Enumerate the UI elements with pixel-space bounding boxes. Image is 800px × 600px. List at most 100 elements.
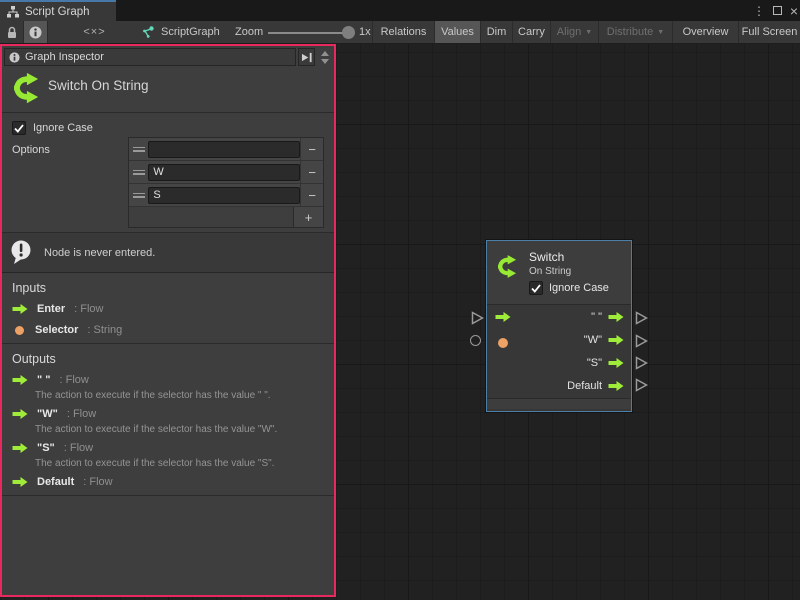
external-flow-output-stub[interactable] [635,311,648,325]
option-row: − [129,138,323,161]
port-name: " " [37,374,51,386]
external-flow-output-stub[interactable] [635,334,648,348]
dim-label: Dim [487,26,507,38]
chevron-down-icon: ▼ [657,29,664,36]
input-port-row: Selector : String [12,324,334,336]
warning-banner: Node is never entered. [2,233,334,273]
string-port-icon [15,326,24,335]
dim-button[interactable]: Dim [480,21,512,43]
tab-title: Script Graph [25,6,90,18]
values-button[interactable]: Values [434,21,480,43]
drag-handle-icon[interactable] [129,170,148,175]
fullscreen-button[interactable]: Full Screen [738,21,800,43]
drag-handle-icon[interactable] [129,147,148,152]
port-type: : Flow [83,476,112,488]
scroll-up-icon[interactable] [321,51,329,56]
port-label: "S" [587,357,602,369]
maximize-button[interactable] [768,0,786,21]
code-view-button[interactable]: <×> [47,21,141,43]
warning-bubble-icon [10,240,34,265]
remove-option-button[interactable]: − [300,138,323,160]
port-label: " " [591,311,602,323]
drag-handle-icon[interactable] [129,193,148,198]
node-header[interactable]: Switch On String Ignore Case [487,241,631,305]
remove-option-button[interactable]: − [300,184,323,206]
tab-bar: Script Graph ⋮ × [0,0,800,21]
node-ignore-case-label: Ignore Case [549,282,609,294]
align-dropdown[interactable]: Align ▼ [550,21,598,43]
output-port-row: "S" : Flow [12,442,334,454]
distribute-dropdown[interactable]: Distribute ▼ [598,21,672,43]
output-port-row: Default : Flow [12,476,334,488]
node-title: Switch [529,250,564,264]
graph-name: ScriptGraph [161,26,220,38]
switch-icon [10,70,46,106]
option-value-input[interactable] [148,164,300,181]
inspected-node-title: Switch On String [48,78,149,93]
zoom-value: 1x [359,26,371,38]
remove-option-button[interactable]: − [300,161,323,183]
output-port-row[interactable]: Default [487,374,631,397]
tab-script-graph[interactable]: Script Graph [0,0,116,21]
port-label: Default [567,380,602,392]
ignore-case-checkbox[interactable] [12,121,26,135]
panel-scroll-arrows[interactable] [317,48,332,66]
external-flow-input-stub[interactable] [471,311,484,325]
input-port-row: Enter : Flow [12,303,334,315]
overview-button[interactable]: Overview [672,21,738,43]
option-value-input[interactable] [148,187,300,204]
option-value-input[interactable] [148,141,300,158]
port-description: The action to execute if the selector ha… [35,390,334,401]
port-description: The action to execute if the selector ha… [35,424,334,435]
external-flow-output-stub[interactable] [635,378,648,392]
port-type: : Flow [64,442,93,454]
zoom-slider-track[interactable] [268,32,348,34]
outputs-section: Outputs " " : Flow The action to execute… [2,344,334,496]
port-name: Default [37,476,74,488]
values-label: Values [441,26,474,38]
options-list: − − − + [128,137,324,228]
window-menu-button[interactable]: ⋮ [750,0,768,21]
carry-button[interactable]: Carry [512,21,550,43]
dock-panel-button[interactable] [298,48,315,66]
script-graph-icon [142,26,155,39]
inspected-node-section: Switch On String [2,66,334,113]
external-flow-output-stub[interactable] [635,356,648,370]
distribute-label: Distribute [607,26,653,38]
relations-button[interactable]: Relations [372,21,434,43]
graph-breadcrumb[interactable]: ScriptGraph [142,21,220,43]
flow-arrow-icon [12,408,29,420]
inputs-heading: Inputs [12,281,334,295]
port-label: "W" [584,334,602,346]
switch-icon [495,253,522,280]
script-graph-window: Script Graph ⋮ × <×> [0,0,800,600]
output-port-row[interactable]: "W" [487,328,631,351]
close-icon: × [790,3,798,19]
lock-button[interactable] [0,21,23,43]
scroll-down-icon[interactable] [321,59,329,64]
align-label: Align [557,26,581,38]
graph-inspector-panel: Graph Inspector Switch On String [0,44,336,597]
flow-output-port[interactable] [608,380,625,392]
inspector-toggle-button[interactable] [23,21,47,43]
switch-on-string-node[interactable]: Switch On String Ignore Case " [486,240,632,412]
zoom-slider-handle[interactable] [342,26,355,39]
flow-output-port[interactable] [608,334,625,346]
inspector-header[interactable]: Graph Inspector [4,48,296,66]
close-button[interactable]: × [785,0,800,21]
warning-text: Node is never entered. [44,247,155,259]
port-name: Selector [35,324,78,336]
node-settings-section: Ignore Case Options − − − [2,113,334,233]
add-option-button[interactable]: + [293,207,323,227]
selector-input-port[interactable] [498,338,508,348]
option-row: − [129,184,323,207]
node-ignore-case-checkbox[interactable] [529,281,543,295]
fullscreen-label: Full Screen [742,26,798,38]
output-port-row[interactable]: "S" [487,351,631,374]
flow-output-port[interactable] [608,357,625,369]
flow-output-port[interactable] [608,311,625,323]
flow-input-port[interactable] [495,311,512,323]
lock-icon [6,26,18,39]
external-selector-stub[interactable] [470,335,481,346]
overview-label: Overview [683,26,729,38]
